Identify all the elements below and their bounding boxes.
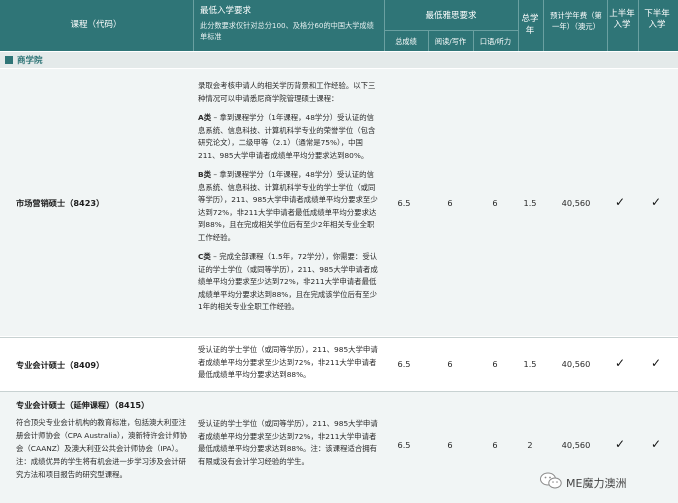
requirement-c-label: C类 bbox=[198, 252, 211, 261]
first-half-intake-check-icon: ✓ bbox=[614, 195, 626, 209]
ielts-overall: 6.5 bbox=[397, 198, 411, 208]
program-name: 市场营销硕士（8423） bbox=[16, 198, 105, 208]
requirement-intro: 录取会考核申请人的相关学历背景和工作经验。以下三种情况可以申请悉尼商学院管理硕士… bbox=[198, 81, 376, 103]
program-description: 符合顶尖专业会计机构的教育标准，包括澳大利亚注册会计师协会（CPA Austra… bbox=[16, 418, 188, 479]
requirement-a-label: A类 bbox=[198, 113, 212, 122]
second-half-intake-check-icon: ✓ bbox=[650, 356, 662, 370]
header-min-entry-note: 此分数要求仅针对总分100、及格分60的中国大学成绩单标准 bbox=[200, 21, 374, 41]
header-first-half-intake: 上半年入学 bbox=[609, 9, 635, 30]
requirement-b-text: – 拿到课程学分（1年课程，48学分）受认证的信息系统、信息科技、计算机科学专业… bbox=[198, 170, 378, 242]
annual-tuition: 40,560 bbox=[561, 440, 591, 450]
program-name: 专业会计硕士（延伸课程）（8415） bbox=[16, 400, 150, 410]
first-half-intake-check-icon: ✓ bbox=[614, 356, 626, 370]
requirement-b-label: B类 bbox=[198, 170, 212, 179]
header-program: 课程（代码） bbox=[70, 20, 122, 30]
program-name: 专业会计硕士（8409） bbox=[16, 360, 105, 370]
entry-requirement: 录取会考核申请人的相关学历背景和工作经验。以下三种情况可以申请悉尼商学院管理硕士… bbox=[198, 80, 378, 321]
header-listening-speaking: 口语/听力 bbox=[479, 37, 512, 46]
table-header: 课程（代码） 最低入学要求 此分数要求仅针对总分100、及格分60的中国大学成绩… bbox=[0, 0, 678, 51]
second-half-intake-check-icon: ✓ bbox=[650, 437, 662, 451]
second-half-intake-check-icon: ✓ bbox=[650, 195, 662, 209]
watermark-text: ME魔力澳洲 bbox=[566, 477, 627, 490]
header-reading-writing: 阅读/写作 bbox=[434, 37, 467, 46]
ielts-reading-writing: 6 bbox=[447, 440, 453, 450]
requirement-a-text: – 拿到课程学分（1年课程，48学分）受认证的信息系统、信息科技、计算机科学专业… bbox=[198, 113, 376, 160]
table-row: 专业会计硕士（8409） 受认证的学士学位（或同等学历），211、985大学申请… bbox=[0, 338, 678, 390]
requirement-c: C类 – 完成全部课程（1.5年，72学分），你需要：受认证的学士学位（或同等学… bbox=[198, 251, 378, 314]
header-second-half-intake: 下半年入学 bbox=[644, 9, 670, 30]
ielts-listening-speaking: 6 bbox=[492, 440, 498, 450]
header-ielts: 最低雅思要求 bbox=[425, 11, 477, 21]
ielts-listening-speaking: 6 bbox=[492, 359, 498, 369]
requirement-b: B类 – 拿到课程学分（1年课程，48学分）受认证的信息系统、信息科技、计算机科… bbox=[198, 169, 378, 244]
section-title: 商学院 bbox=[17, 56, 43, 66]
first-half-intake-check-icon: ✓ bbox=[614, 437, 626, 451]
header-overall: 总成绩 bbox=[395, 37, 417, 46]
header-total-years: 总学年 bbox=[521, 14, 539, 36]
header-min-entry: 最低入学要求 bbox=[200, 6, 252, 16]
annual-tuition: 40,560 bbox=[561, 198, 591, 208]
total-years: 1.5 bbox=[523, 198, 537, 208]
total-years: 1.5 bbox=[523, 359, 537, 369]
ielts-reading-writing: 6 bbox=[447, 359, 453, 369]
section-marker bbox=[5, 56, 13, 64]
table-row: 市场营销硕士（8423） 录取会考核申请人的相关学历背景和工作经验。以下三种情况… bbox=[0, 69, 678, 336]
requirement-c-text: – 完成全部课程（1.5年，72学分），你需要：受认证的学士学位（或同等学历），… bbox=[198, 252, 378, 311]
section-bar-business-school: 商学院 bbox=[0, 52, 678, 68]
wechat-logo-icon bbox=[540, 472, 562, 489]
requirement-a: A类 – 拿到课程学分（1年课程，48学分）受认证的信息系统、信息科技、计算机科… bbox=[198, 112, 378, 162]
total-years: 2 bbox=[527, 440, 533, 450]
annual-tuition: 40,560 bbox=[561, 359, 591, 369]
ielts-overall: 6.5 bbox=[397, 440, 411, 450]
entry-requirement: 受认证的学士学位（或同等学历），211、985大学申请者成绩单平均分要求至少达到… bbox=[198, 419, 378, 466]
ielts-overall: 6.5 bbox=[397, 359, 411, 369]
ielts-reading-writing: 6 bbox=[447, 198, 453, 208]
entry-requirement: 受认证的学士学位（或同等学历），211、985大学申请者成绩单平均分要求至少达到… bbox=[198, 345, 378, 379]
header-tuition: 预计学年费（第一年）（澳元） bbox=[550, 11, 602, 31]
ielts-listening-speaking: 6 bbox=[492, 198, 498, 208]
watermark: ME魔力澳洲 bbox=[540, 472, 676, 492]
